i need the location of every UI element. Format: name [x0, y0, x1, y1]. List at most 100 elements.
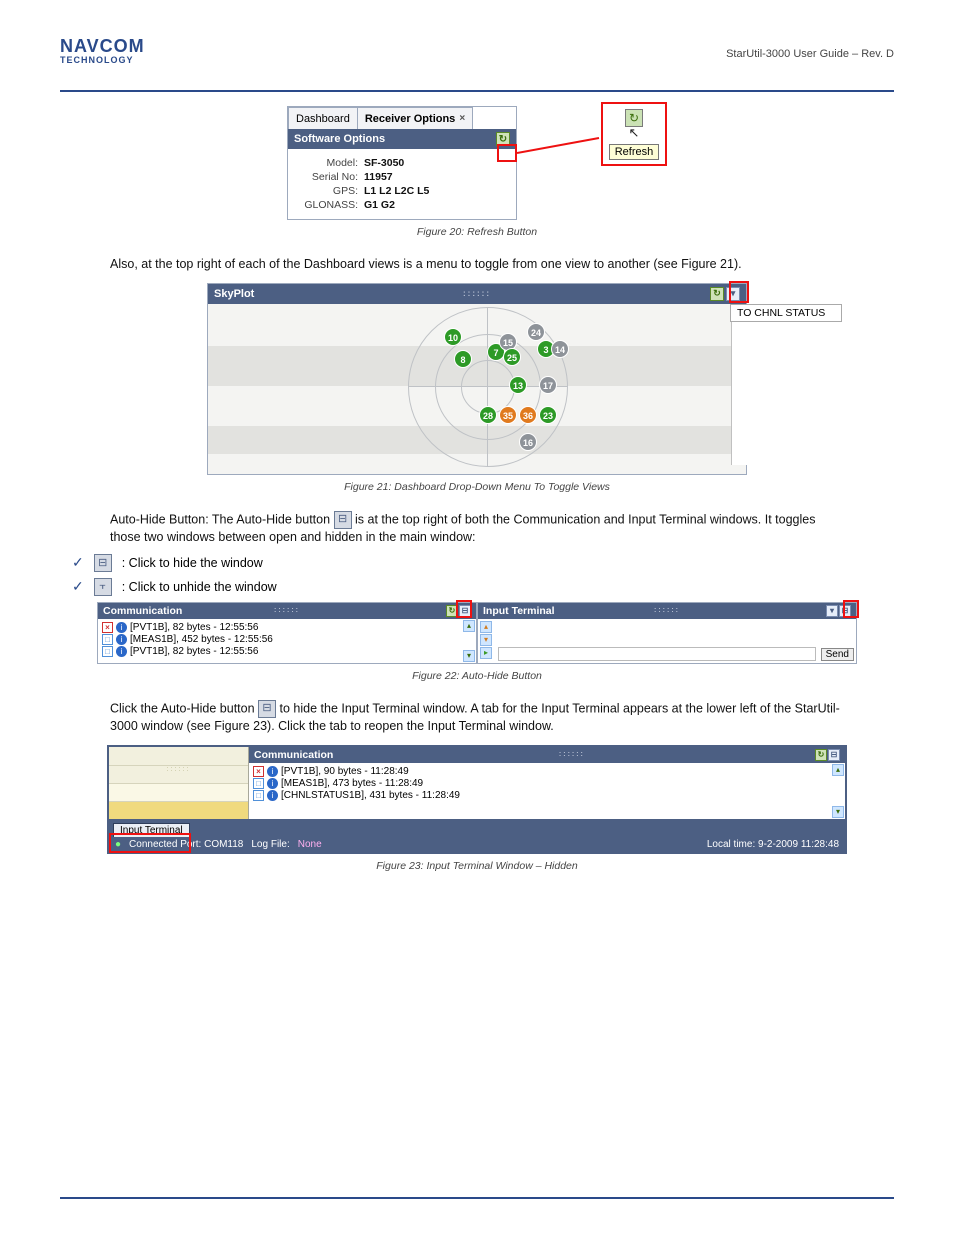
communication-title-big: Communication [254, 749, 333, 761]
message-text: [PVT1B], 90 bytes - 11:28:49 [281, 766, 409, 777]
figure-21-caption: Figure 21: Dashboard Drop-Down Menu To T… [344, 481, 610, 493]
paragraph-autohide: Auto-Hide Button: The Auto-Hide button ⊟… [110, 511, 844, 546]
red-highlight-input-hide [843, 600, 859, 618]
tab-receiver-label: Receiver Options [365, 113, 455, 125]
autohide-figure: Communication :::::: ↻ ⊟ ▴ ▾ ×i[PVT1B], … [97, 602, 857, 664]
message-info-icon: i [116, 622, 127, 633]
input-terminal-body: ▴ ▾ ▸ Send [478, 619, 856, 663]
info-row: GPS:L1 L2 L2C L5 [296, 185, 508, 197]
software-options-label: Software Options [294, 133, 385, 145]
status-log-value: None [298, 839, 322, 850]
page-footer [60, 1197, 894, 1205]
info-row: GLONASS: G1 G2 [296, 199, 508, 211]
tab-receiver-options[interactable]: Receiver Options × [357, 107, 473, 129]
input-terminal-panel-small: Input Terminal :::::: ▾ ⊟ ▴ ▾ ▸ Send [477, 602, 857, 664]
bullet-unhide: ✓ ⫟ : Click to unhide the window [72, 578, 894, 596]
communication-title: Communication [103, 605, 182, 617]
message-row: □i[MEAS1B], 473 bytes - 11:28:49 [253, 778, 841, 789]
message-type-icon: □ [102, 634, 113, 645]
message-type-icon: □ [253, 790, 264, 801]
communication-body: ▴ ▾ ×i[PVT1B], 82 bytes - 12:55:56□i[MEA… [98, 619, 476, 663]
scroll-up-icon[interactable]: ▴ [832, 764, 844, 776]
cursor-icon: ↖ [603, 125, 665, 141]
close-icon[interactable]: × [459, 113, 465, 124]
communication-titlebar-big: Communication :::::: ↻ ⊟ [249, 747, 845, 763]
comm-big-autohide-icon[interactable]: ⊟ [828, 749, 840, 761]
hide-icon: ⊟ [94, 554, 112, 572]
bullet-unhide-label: : Click to unhide the window [122, 580, 277, 594]
info-value: L1 L2 L2C L5 [364, 185, 429, 197]
info-label: Serial No: [296, 171, 358, 183]
comm-big-refresh-icon[interactable]: ↻ [815, 749, 827, 761]
autohide-icon: ⊟ [334, 511, 352, 529]
message-row: □i[CHNLSTATUS1B], 431 bytes - 11:28:49 [253, 790, 841, 801]
info-value: SF-3050 [364, 157, 404, 169]
check-icon: ✓ [72, 578, 84, 595]
message-info-icon: i [267, 766, 278, 777]
command-input[interactable] [498, 647, 816, 661]
software-options-bar: Software Options ↻ [288, 129, 516, 149]
header-right: StarUtil-3000 User Guide – Rev. D [726, 48, 894, 60]
history-up-icon[interactable]: ▴ [480, 621, 492, 633]
info-row: Serial No:11957 [296, 171, 508, 183]
tab-dashboard[interactable]: Dashboard [288, 107, 358, 129]
receiver-options-figure: Dashboard Receiver Options × Software Op… [287, 106, 667, 220]
satellite-marker: 24 [527, 323, 545, 341]
history-down-icon[interactable]: ▾ [480, 634, 492, 646]
page-header: NAVCOM TECHNOLOGY StarUtil-3000 User Gui… [60, 30, 894, 92]
input-dropdown-icon[interactable]: ▾ [826, 605, 838, 617]
callout-line [517, 136, 607, 166]
grip-icon[interactable]: :::::: [463, 289, 491, 298]
skyplot-refresh-icon[interactable]: ↻ [710, 287, 724, 301]
paragraph-dropdown: Also, at the top right of each of the Da… [110, 256, 844, 273]
red-highlight-input-tab [109, 833, 191, 853]
input-terminal-title: Input Terminal [483, 605, 555, 617]
info-row: Model:SF-3050 [296, 157, 508, 169]
message-row: □i[PVT1B], 82 bytes - 12:55:56 [102, 646, 472, 657]
receiver-options-body: Model:SF-3050 Serial No:11957 GPS:L1 L2 L2… [288, 149, 516, 219]
refresh-callout: ↻ ↖ Refresh [601, 102, 667, 166]
scroll-down-icon[interactable]: ▾ [463, 650, 475, 662]
satellite-marker: 10 [444, 328, 462, 346]
info-label: GLONASS: [296, 199, 358, 211]
skyplot-panel: SkyPlot :::::: ↻ ▾ 108715252431413172835… [207, 283, 747, 475]
hidden-input-figure: :::::: Communication :::::: ↻ ⊟ ▴ ▾ ×i[P… [107, 745, 847, 854]
scroll-down-icon[interactable]: ▾ [832, 806, 844, 818]
send-button[interactable]: Send [821, 648, 854, 661]
scroll-up-icon[interactable]: ▴ [463, 620, 475, 632]
satellite-marker: 17 [539, 376, 557, 394]
message-text: [MEAS1B], 473 bytes - 11:28:49 [281, 778, 423, 789]
grip-icon[interactable]: :::::: [559, 751, 585, 758]
info-value: G1 G2 [364, 199, 395, 211]
satellite-marker: 36 [519, 406, 537, 424]
history-run-icon[interactable]: ▸ [480, 647, 492, 659]
message-row: ×i[PVT1B], 82 bytes - 12:55:56 [102, 622, 472, 633]
receiver-options-panel: Dashboard Receiver Options × Software Op… [287, 106, 517, 220]
red-highlight-dropdown [729, 281, 749, 303]
message-text: [CHNLSTATUS1B], 431 bytes - 11:28:49 [281, 790, 460, 801]
grip-icon[interactable]: :::::: [654, 607, 680, 614]
status-log-label: Log File: [251, 839, 289, 850]
message-text: [PVT1B], 82 bytes - 12:55:56 [130, 646, 258, 657]
satellite-marker: 16 [519, 433, 537, 451]
message-info-icon: i [116, 634, 127, 645]
communication-panel-small: Communication :::::: ↻ ⊟ ▴ ▾ ×i[PVT1B], … [97, 602, 477, 664]
skyplot-menu-item[interactable]: TO CHNL STATUS [730, 304, 842, 322]
unhide-icon: ⫟ [94, 578, 112, 596]
bullet-hide-label: : Click to hide the window [122, 556, 263, 570]
message-type-icon: × [253, 766, 264, 777]
grip-icon[interactable]: :::::: [274, 607, 300, 614]
communication-body-big: ▴ ▾ ×i[PVT1B], 90 bytes - 11:28:49□i[MEA… [249, 763, 845, 819]
satellite-marker: 23 [539, 406, 557, 424]
hidden-tab-row: Input Terminal [109, 819, 845, 837]
check-icon: ✓ [72, 554, 84, 571]
status-local-time: Local time: 9-2-2009 11:28:48 [707, 839, 839, 850]
message-type-icon: □ [253, 778, 264, 789]
skyplot-chart: 108715252431413172835362316 [408, 307, 568, 467]
skyplot-side-area: TO CHNL STATUS [731, 305, 911, 465]
message-row: □i[MEAS1B], 452 bytes - 12:55:56 [102, 634, 472, 645]
brand-main: NAVCOM [60, 36, 145, 57]
figure-22-caption: Figure 22: Auto-Hide Button [412, 670, 542, 682]
figure-23-caption: Figure 23: Input Terminal Window – Hidde… [376, 860, 577, 872]
satellite-marker: 8 [454, 350, 472, 368]
